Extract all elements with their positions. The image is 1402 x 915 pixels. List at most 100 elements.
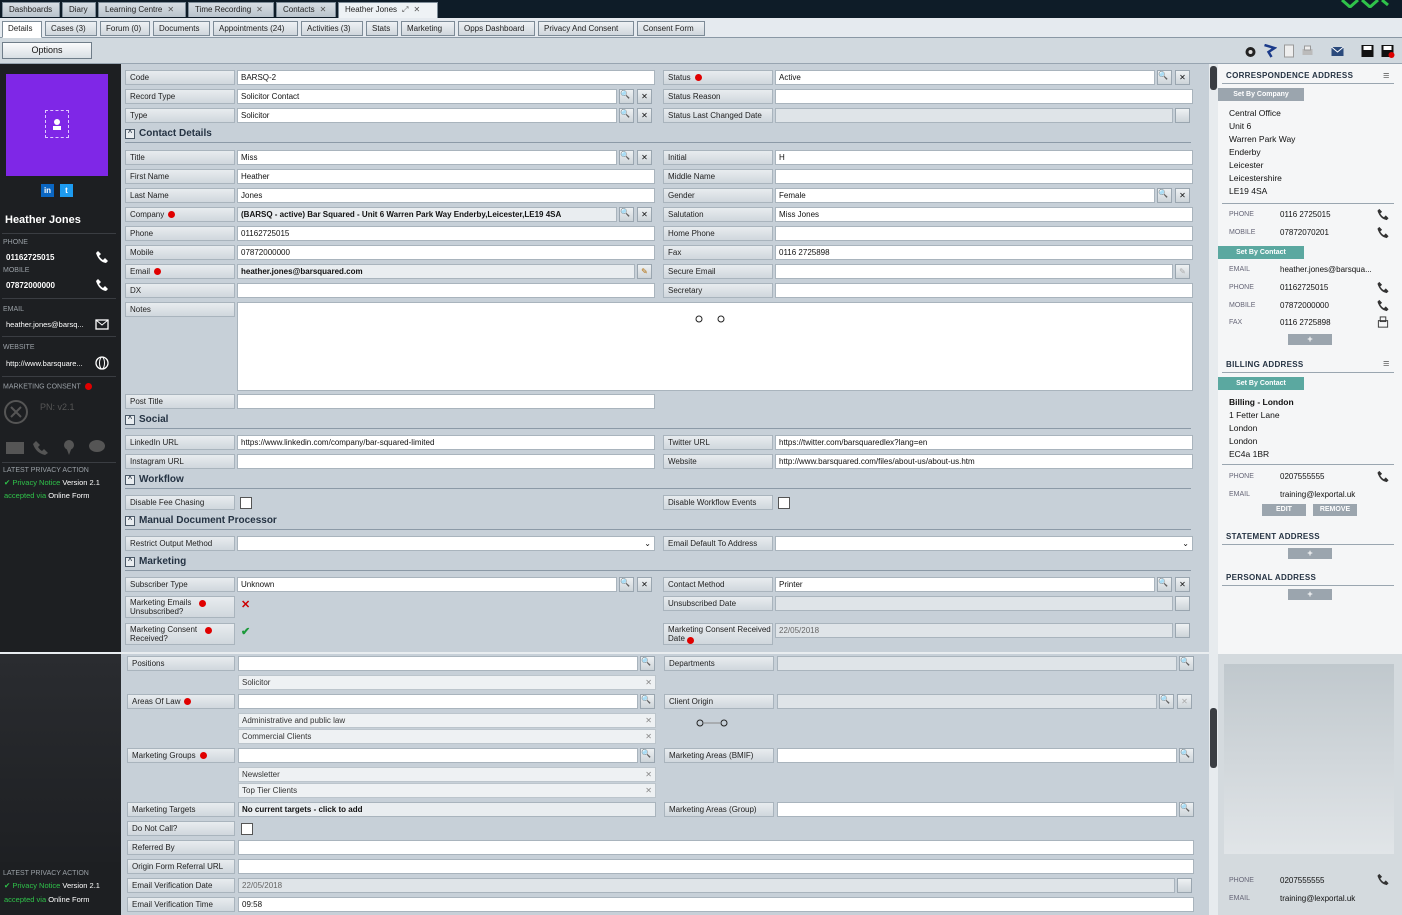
- options-button[interactable]: Options: [2, 42, 92, 59]
- phone-icon[interactable]: [1376, 299, 1390, 312]
- initial-field[interactable]: H: [775, 150, 1193, 165]
- save-close-icon[interactable]: [1380, 44, 1395, 58]
- remove-icon[interactable]: ✕: [645, 676, 652, 689]
- unsubscribed-cross-icon[interactable]: ✕: [241, 598, 250, 611]
- origin-referral-field[interactable]: [238, 859, 1194, 874]
- vertical-scrollbar[interactable]: [1209, 64, 1218, 915]
- middle-name-field[interactable]: [775, 169, 1193, 184]
- home-phone-field[interactable]: [775, 226, 1193, 241]
- disable-workflow-checkbox[interactable]: [778, 497, 790, 509]
- clear-icon[interactable]: ✕: [1175, 577, 1190, 592]
- window-tab-heather-jones[interactable]: Heather Jones ⤢ ✕: [338, 2, 438, 18]
- calendar-icon[interactable]: [1177, 878, 1192, 893]
- set-by-contact-button[interactable]: Set By Contact: [1218, 246, 1304, 259]
- clear-icon[interactable]: ✕: [1177, 694, 1192, 709]
- phone-field[interactable]: 01162725015: [237, 226, 655, 241]
- close-icon[interactable]: ✕: [256, 5, 263, 14]
- section-manual-document-processor[interactable]: ^ Manual Document Processor: [125, 514, 277, 528]
- menu-icon[interactable]: ≡: [1383, 358, 1389, 370]
- fax-icon[interactable]: [1376, 316, 1390, 329]
- window-tab-diary[interactable]: Diary: [62, 2, 96, 17]
- scroll-thumb[interactable]: [1210, 708, 1217, 768]
- clear-icon[interactable]: ✕: [637, 577, 652, 592]
- marketing-groups-field[interactable]: [238, 748, 638, 763]
- consent-check-icon[interactable]: ✔: [241, 625, 250, 638]
- code-field[interactable]: BARSQ-2: [237, 70, 655, 85]
- search-icon[interactable]: 🔍: [619, 577, 634, 592]
- tab-activities[interactable]: Activities (3): [301, 21, 363, 36]
- fax-field[interactable]: 0116 2725898: [775, 245, 1193, 260]
- twitter-icon[interactable]: t: [60, 184, 73, 197]
- type-field[interactable]: Solicitor: [237, 108, 617, 123]
- areas-of-law-field[interactable]: [238, 694, 638, 709]
- phone-icon[interactable]: [1376, 208, 1390, 221]
- tab-privacy-and-consent[interactable]: Privacy And Consent: [538, 21, 634, 36]
- company-field[interactable]: (BARSQ - active) Bar Squared - Unit 6 Wa…: [237, 207, 617, 222]
- positions-chip[interactable]: Solicitor ✕: [238, 675, 656, 690]
- tab-consent-form[interactable]: Consent Form: [637, 21, 705, 36]
- mail-icon[interactable]: [1330, 44, 1345, 58]
- marketing-areas-group-field[interactable]: [777, 802, 1177, 817]
- phone-icon[interactable]: [1376, 873, 1390, 886]
- first-name-field[interactable]: Heather: [237, 169, 655, 184]
- marketing-targets-field[interactable]: No current targets - click to add: [238, 802, 656, 817]
- areas-of-law-chip[interactable]: Commercial Clients ✕: [238, 729, 656, 744]
- add-statement-address-button[interactable]: +: [1288, 548, 1332, 559]
- document-icon[interactable]: [1281, 44, 1296, 58]
- calendar-icon[interactable]: [1175, 108, 1190, 123]
- edit-pencil-icon[interactable]: ✎: [1175, 264, 1190, 279]
- section-social[interactable]: ^ Social: [125, 413, 168, 427]
- search-icon[interactable]: 🔍: [1157, 70, 1172, 85]
- window-tab-learning-centre[interactable]: Learning Centre ✕: [98, 2, 186, 17]
- pin-icon[interactable]: ⤢: [402, 5, 408, 14]
- section-marketing[interactable]: ^ Marketing: [125, 555, 186, 569]
- section-contact-details[interactable]: ^ Contact Details: [125, 127, 212, 141]
- secure-email-field[interactable]: [775, 264, 1173, 279]
- search-icon[interactable]: 🔍: [640, 656, 655, 671]
- positions-field[interactable]: [238, 656, 638, 671]
- record-type-field[interactable]: Solicitor Contact: [237, 89, 617, 104]
- set-by-contact-button[interactable]: Set By Contact: [1218, 377, 1304, 390]
- remove-icon[interactable]: ✕: [645, 768, 652, 781]
- search-icon[interactable]: 🔍: [1179, 656, 1194, 671]
- email-verification-time-field[interactable]: 09:58: [238, 897, 1194, 912]
- remove-button[interactable]: REMOVE: [1313, 504, 1357, 516]
- edit-button[interactable]: EDIT: [1262, 504, 1306, 516]
- status-field[interactable]: Active: [775, 70, 1155, 85]
- clear-icon[interactable]: ✕: [637, 89, 652, 104]
- collapse-icon[interactable]: ^: [125, 129, 135, 139]
- tab-stats[interactable]: Stats: [366, 21, 398, 36]
- clear-icon[interactable]: ✕: [1175, 188, 1190, 203]
- search-icon[interactable]: 🔍: [1179, 748, 1194, 763]
- secretary-field[interactable]: [775, 283, 1193, 298]
- mobile-field[interactable]: 07872000000: [237, 245, 655, 260]
- linkedin-url-field[interactable]: https://www.linkedin.com/company/bar-squ…: [237, 435, 655, 450]
- collapse-icon[interactable]: ^: [125, 557, 135, 567]
- set-by-company-button[interactable]: Set By Company: [1218, 88, 1304, 101]
- twitter-url-field[interactable]: https://twitter.com/barsquaredlex?lang=e…: [775, 435, 1193, 450]
- referred-by-field[interactable]: [238, 840, 1194, 855]
- clear-icon[interactable]: ✕: [637, 108, 652, 123]
- close-icon[interactable]: ✕: [413, 5, 420, 14]
- tab-cases[interactable]: Cases (3): [45, 21, 97, 36]
- marketing-areas-bmif-field[interactable]: [777, 748, 1177, 763]
- remove-icon[interactable]: ✕: [645, 730, 652, 743]
- gender-field[interactable]: Female: [775, 188, 1155, 203]
- linkedin-icon[interactable]: in: [41, 184, 54, 197]
- add-personal-address-button[interactable]: +: [1288, 589, 1332, 600]
- email-field[interactable]: heather.jones@barsquared.com: [237, 264, 635, 279]
- tab-details[interactable]: Details: [2, 21, 42, 38]
- search-icon[interactable]: 🔍: [619, 108, 634, 123]
- phone-icon[interactable]: [1376, 226, 1390, 239]
- do-not-call-checkbox[interactable]: [241, 823, 253, 835]
- phone-icon[interactable]: [1376, 281, 1390, 294]
- scroll-thumb[interactable]: [1210, 66, 1217, 90]
- search-icon[interactable]: 🔍: [640, 694, 655, 709]
- collapse-icon[interactable]: ^: [125, 475, 135, 485]
- close-icon[interactable]: ✕: [320, 5, 327, 14]
- tab-marketing[interactable]: Marketing: [401, 21, 455, 36]
- edit-pencil-icon[interactable]: ✎: [637, 264, 652, 279]
- restrict-output-select[interactable]: ⌄: [237, 536, 655, 551]
- last-name-field[interactable]: Jones: [237, 188, 655, 203]
- section-workflow[interactable]: ^ Workflow: [125, 473, 184, 487]
